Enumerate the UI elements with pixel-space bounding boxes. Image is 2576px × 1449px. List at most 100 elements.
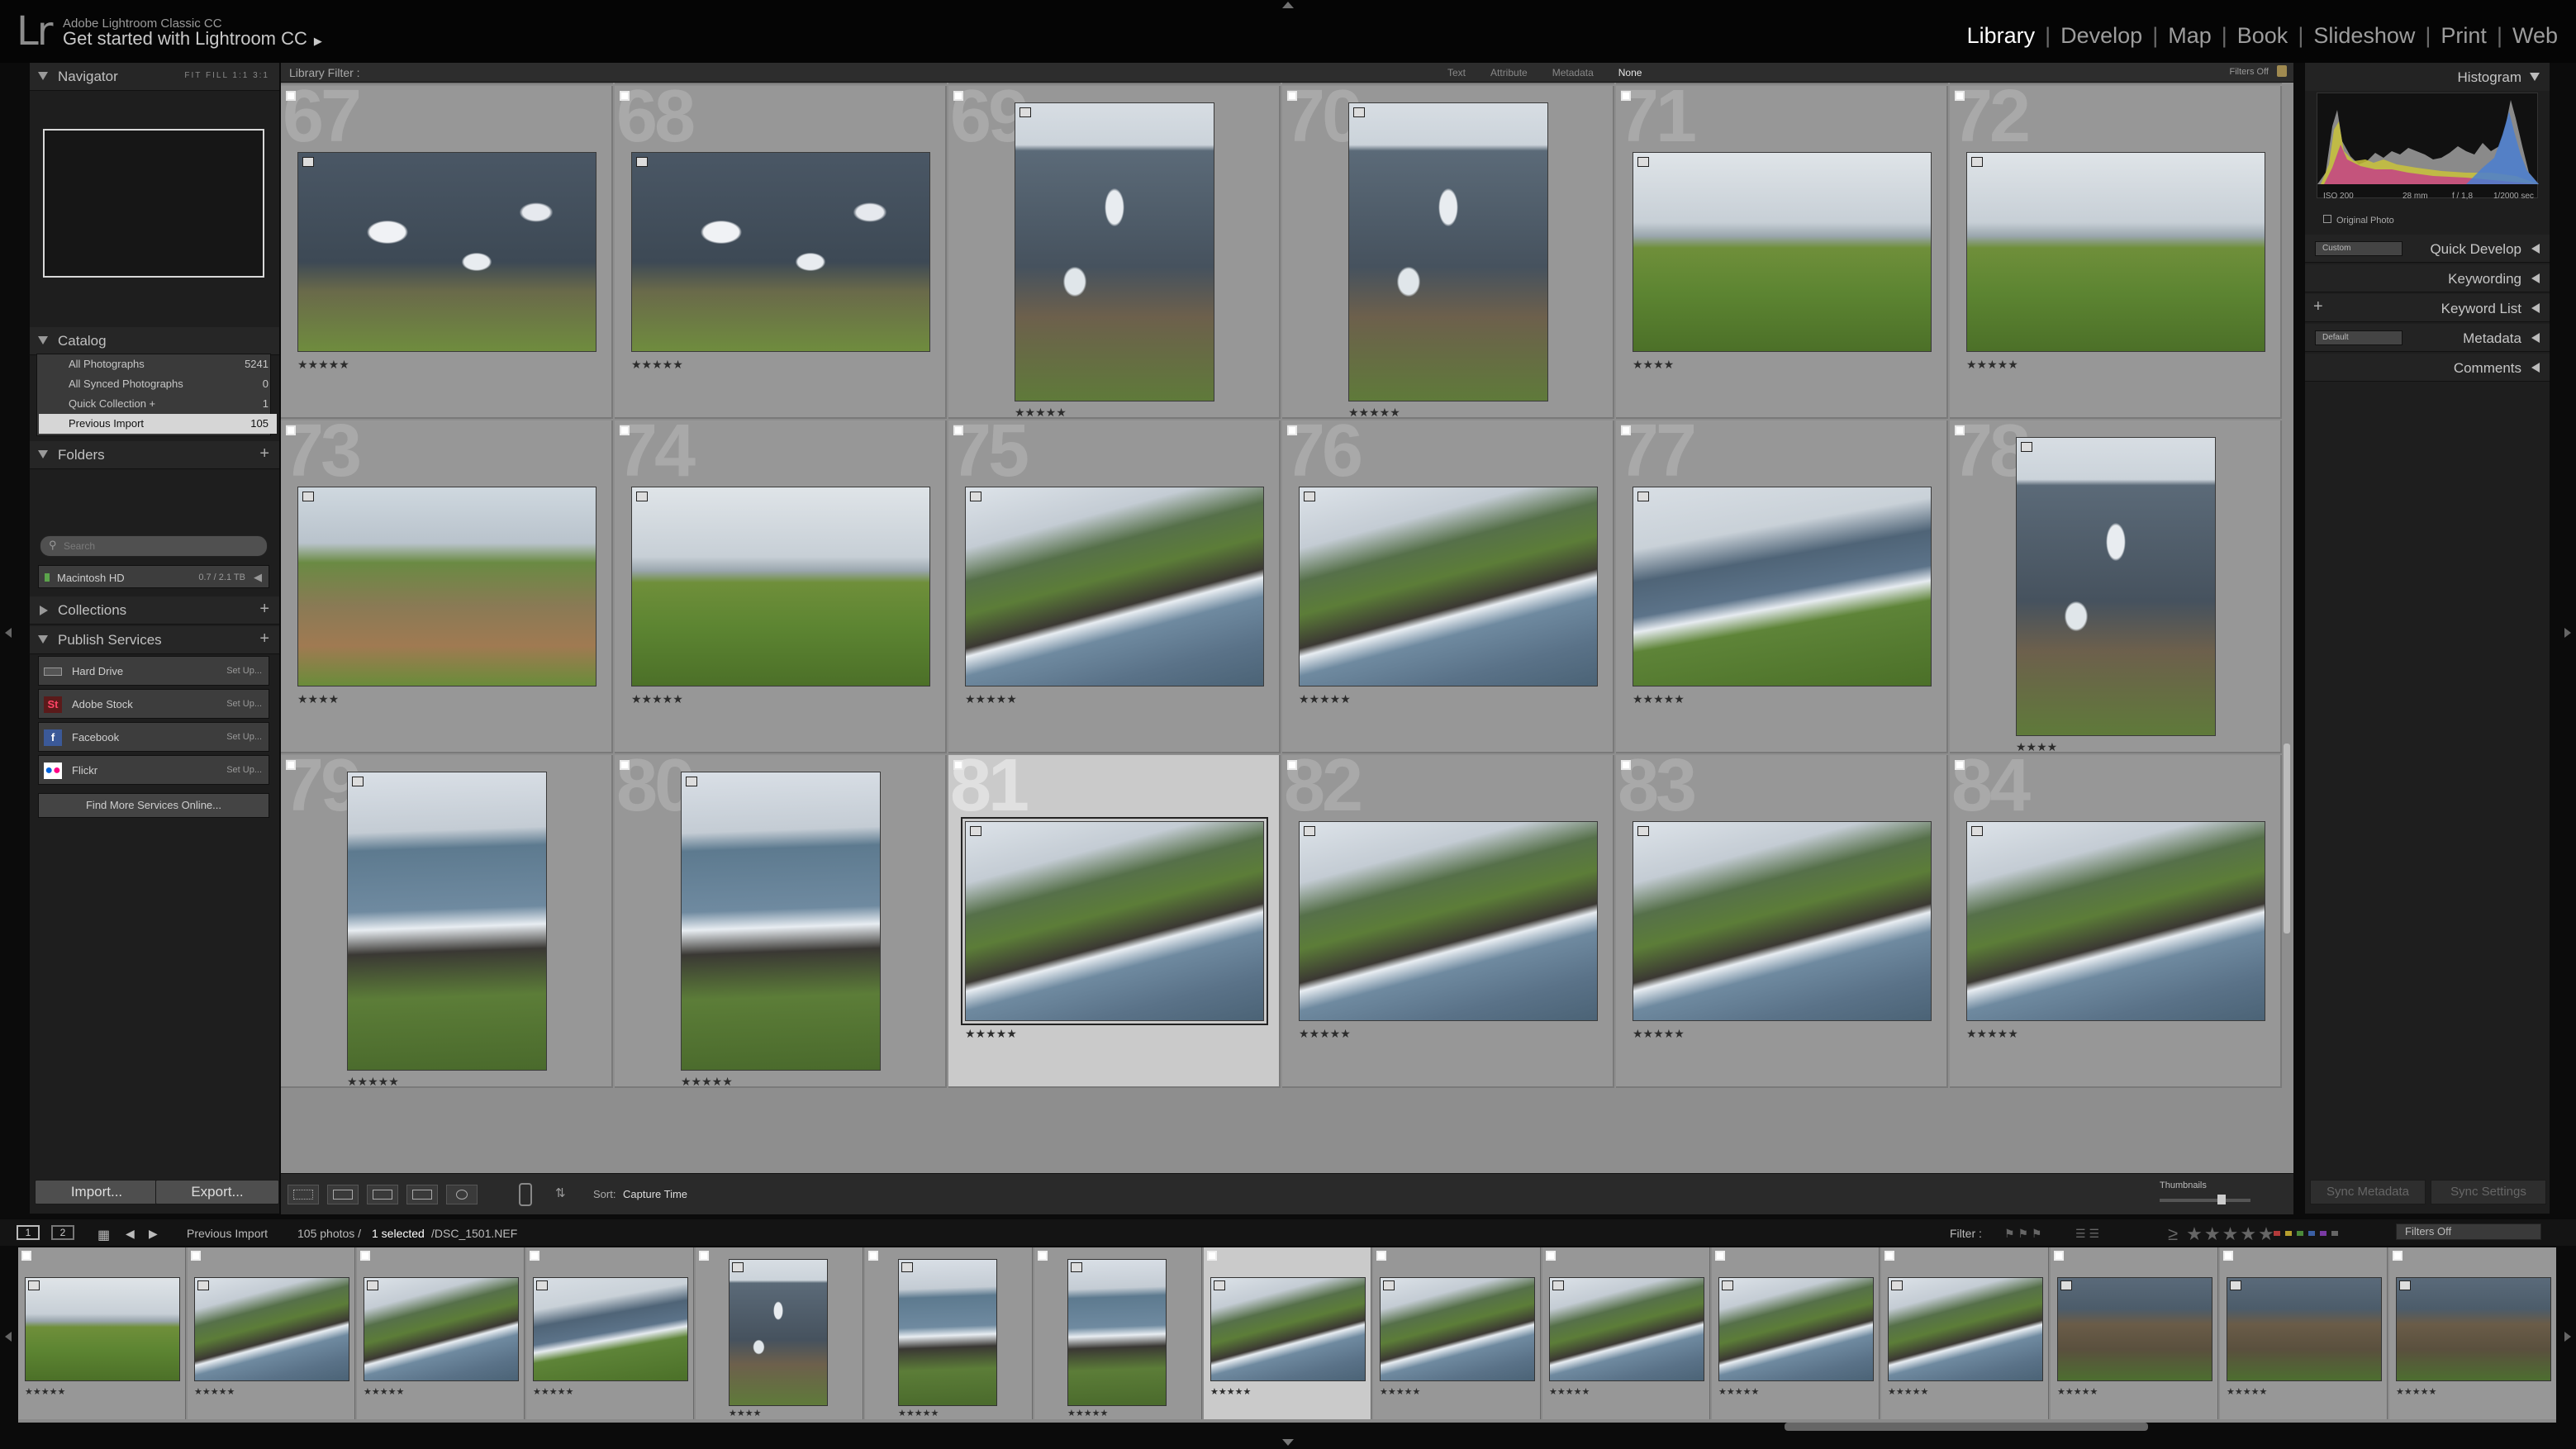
catalog-item-quick-collection[interactable]: Quick Collection + 1: [39, 394, 277, 414]
hide-filmstrip-arrow-icon[interactable]: [1282, 1439, 1294, 1446]
pick-flag-icon[interactable]: [360, 1251, 370, 1261]
metadata-badge-icon[interactable]: [1722, 1280, 1733, 1290]
saved-preset-dropdown[interactable]: Custom: [2315, 241, 2403, 256]
filmstrip-thumbnail[interactable]: [1380, 1277, 1535, 1381]
pick-flag-icon[interactable]: [1038, 1251, 1048, 1261]
filmstrip-thumbnail[interactable]: [2396, 1277, 2551, 1381]
pick-flag-icon[interactable]: [1621, 91, 1631, 101]
pick-flag-icon[interactable]: [1207, 1251, 1217, 1261]
filmstrip-source[interactable]: Previous Import: [187, 1227, 268, 1240]
selected-file-name[interactable]: /DSC_1501.NEF: [431, 1227, 517, 1240]
star-rating[interactable]: ★★★★★: [1299, 1028, 1351, 1039]
metadata-badge-icon[interactable]: [732, 1262, 744, 1272]
grid-cell[interactable]: 81 ★★★★★: [948, 755, 1281, 1088]
grid-cell-partial[interactable]: ★★★★★: [1616, 83, 1948, 84]
catalog-item-previous-import[interactable]: Previous Import 105: [39, 414, 277, 434]
metadata-badge-icon[interactable]: [1353, 107, 1365, 117]
pick-flag-icon[interactable]: [21, 1251, 31, 1261]
color-green[interactable]: [2297, 1231, 2303, 1236]
grid-cell[interactable]: 80 ★★★★★: [615, 755, 947, 1088]
star-rating[interactable]: ★★★★★: [1888, 1386, 1928, 1397]
painter-spray-can-icon[interactable]: [519, 1183, 532, 1206]
photo-thumbnail[interactable]: [1633, 821, 1932, 1021]
pick-flag-icon[interactable]: [1715, 1251, 1725, 1261]
star-rating[interactable]: ★★★★: [2016, 741, 2057, 752]
photo-thumbnail[interactable]: [1299, 487, 1598, 686]
star-rating[interactable]: ★★★★★: [631, 359, 683, 370]
metadata-badge-icon[interactable]: [1019, 107, 1031, 117]
photo-thumbnail[interactable]: [347, 772, 547, 1071]
color-label-filter[interactable]: [2274, 1231, 2338, 1236]
photo-thumbnail[interactable]: [297, 152, 596, 352]
metadata-badge-icon[interactable]: [1552, 1280, 1564, 1290]
module-develop[interactable]: Develop: [2051, 23, 2152, 49]
lock-icon[interactable]: [2277, 65, 2287, 77]
filmstrip-cell[interactable]: ★★★★★: [526, 1247, 694, 1419]
star-rating[interactable]: ★★★★★: [25, 1386, 65, 1397]
service-hard-drive[interactable]: Hard Drive Set Up...: [38, 656, 269, 686]
pick-flag-icon[interactable]: [286, 91, 296, 101]
survey-view-button[interactable]: [406, 1185, 438, 1204]
metadata-badge-icon[interactable]: [1971, 826, 1983, 836]
pick-flag-icon[interactable]: [953, 91, 963, 101]
photo-thumbnail[interactable]: [1015, 102, 1214, 401]
service-flickr[interactable]: ●● Flickr Set Up...: [38, 755, 269, 785]
service-setup-link[interactable]: Set Up...: [226, 732, 262, 742]
grid-cell[interactable]: 71 ★★★★: [1616, 86, 1948, 419]
filmstrip-cell[interactable]: ★★★★: [696, 1247, 863, 1419]
photo-thumbnail[interactable]: [681, 772, 881, 1071]
color-blue[interactable]: [2308, 1231, 2315, 1236]
pick-flag-icon[interactable]: [191, 1251, 201, 1261]
edit-filter-icons[interactable]: ☰ ☰: [2075, 1227, 2099, 1241]
star-rating[interactable]: ★★★★★: [965, 1028, 1017, 1039]
star-rating[interactable]: ★★★★: [729, 1408, 761, 1418]
navigator-preview[interactable]: [43, 129, 264, 278]
metadata-badge-icon[interactable]: [1971, 157, 1983, 167]
pick-flag-icon[interactable]: [286, 760, 296, 770]
service-setup-link[interactable]: Set Up...: [226, 699, 262, 709]
pick-flag-icon[interactable]: [1546, 1251, 1556, 1261]
sync-metadata-button[interactable]: Sync Metadata: [2310, 1180, 2426, 1204]
hide-top-panel-arrow-icon[interactable]: [1282, 2, 1294, 8]
original-photo-toggle[interactable]: Original Photo: [2323, 215, 2394, 226]
people-view-button[interactable]: [446, 1185, 478, 1204]
comments-header[interactable]: Comments: [2305, 354, 2550, 382]
grid-cell[interactable]: 69 ★★★★★: [948, 86, 1281, 419]
pick-flag-icon[interactable]: [699, 1251, 709, 1261]
grid-cell[interactable]: 67 ★★★★★: [281, 86, 613, 419]
add-collection-plus-icon[interactable]: +: [259, 600, 269, 619]
service-adobe-stock[interactable]: St Adobe Stock Set Up...: [38, 689, 269, 719]
export-button[interactable]: Export...: [155, 1180, 279, 1204]
main-window-button[interactable]: 1: [17, 1225, 40, 1240]
metadata-badge-icon[interactable]: [1383, 1280, 1395, 1290]
pick-flag-icon[interactable]: [1955, 425, 1965, 435]
grid-cell[interactable]: 75 ★★★★★: [948, 420, 1281, 753]
metadata-badge-icon[interactable]: [1637, 492, 1649, 501]
find-more-services-button[interactable]: Find More Services Online...: [38, 793, 269, 818]
star-rating[interactable]: ★★★★: [297, 693, 339, 705]
pick-flag-icon[interactable]: [530, 1251, 539, 1261]
photo-thumbnail[interactable]: [1633, 83, 1932, 84]
filmstrip-cell[interactable]: ★★★★★: [1373, 1247, 1541, 1419]
back-arrow-icon[interactable]: ◀: [126, 1227, 135, 1241]
photo-thumbnail[interactable]: [1633, 152, 1932, 352]
star-rating[interactable]: ★★★★★: [1549, 1386, 1590, 1397]
metadata-badge-icon[interactable]: [1214, 1280, 1225, 1290]
pick-flag-icon[interactable]: [1955, 91, 1965, 101]
star-rating[interactable]: ★★★★★: [1633, 1028, 1685, 1039]
star-rating[interactable]: ★★★★★: [898, 1408, 939, 1418]
publish-services-header[interactable]: Publish Services +: [30, 626, 279, 654]
color-purple[interactable]: [2320, 1231, 2326, 1236]
grid-cell-partial[interactable]: ★★★★★: [948, 83, 1281, 84]
navigator-header[interactable]: Navigator FIT FILL 1:1 3:1: [30, 63, 279, 91]
grid-view-icon[interactable]: ▦: [97, 1227, 110, 1243]
folder-search-input[interactable]: ⚲ Search: [40, 535, 268, 557]
filmstrip-thumbnail[interactable]: [1549, 1277, 1704, 1381]
pick-flag-icon[interactable]: [1621, 760, 1631, 770]
sync-settings-button[interactable]: Sync Settings: [2431, 1180, 2546, 1204]
identity-plate-menu[interactable]: Get started with Lightroom CC ▶: [63, 28, 322, 50]
metadata-badge-icon[interactable]: [1071, 1262, 1082, 1272]
grid-cell-partial[interactable]: ★★★★: [1282, 83, 1614, 84]
filmstrip-thumbnail[interactable]: [898, 1259, 997, 1406]
grid-cell[interactable]: 83 ★★★★★: [1616, 755, 1948, 1088]
